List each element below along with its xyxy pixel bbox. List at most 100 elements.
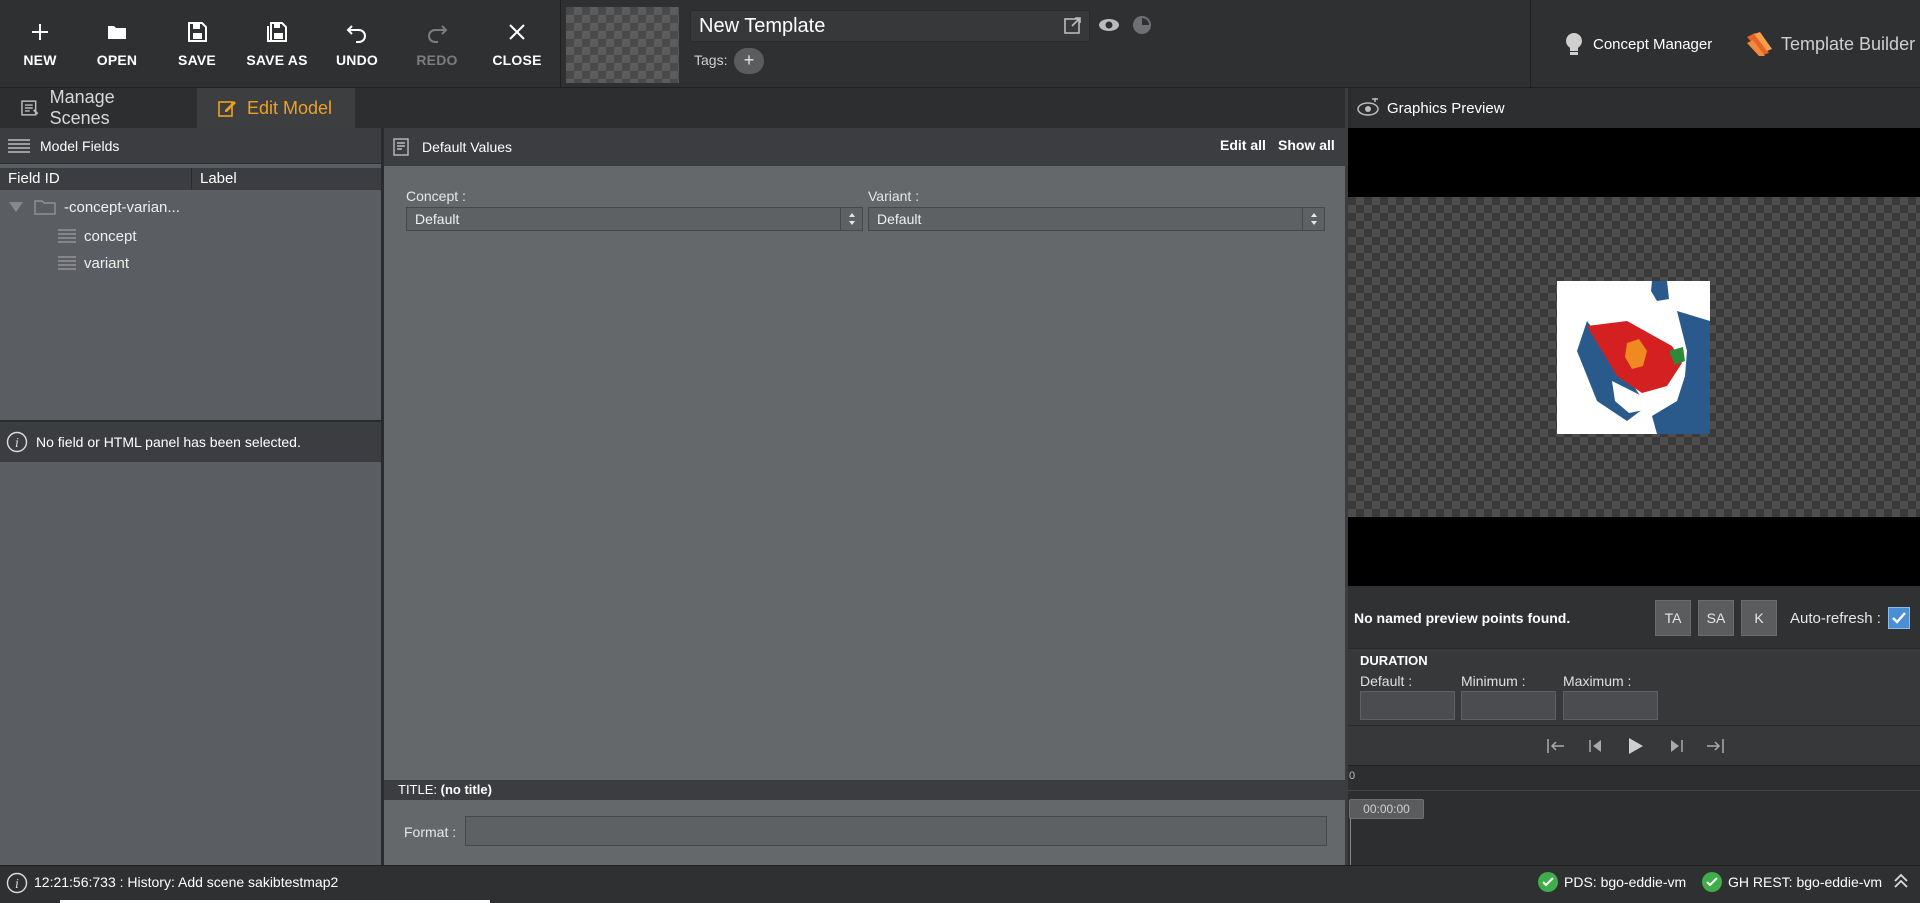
title-value: (no title): [440, 782, 492, 797]
tree-node-variant[interactable]: variant: [58, 251, 129, 275]
save-as-label: SAVE AS: [246, 52, 308, 68]
default-duration-input[interactable]: [1360, 691, 1455, 720]
field-selection-text: No field or HTML panel has been selected…: [36, 434, 301, 450]
new-label: NEW: [23, 52, 57, 68]
text-field-icon: [58, 256, 76, 270]
undo-button[interactable]: UNDO: [317, 0, 397, 88]
minimum-duration-label: Minimum :: [1461, 673, 1526, 689]
timeline-ruler: [1348, 790, 1920, 791]
floppy-icon: [188, 22, 207, 42]
undo-icon: [346, 25, 366, 43]
default-values-header: Default Values: [384, 128, 1345, 166]
scenes-icon: [21, 100, 39, 116]
new-button[interactable]: NEW: [0, 0, 80, 88]
preview-eye-icon: [1357, 98, 1379, 116]
title-bar: TITLE: (no title): [384, 780, 1345, 800]
save-label: SAVE: [178, 52, 216, 68]
default-duration-label: Default :: [1360, 673, 1413, 689]
format-input[interactable]: [465, 816, 1327, 846]
auto-refresh-checkbox[interactable]: [1888, 607, 1910, 629]
close-button[interactable]: CLOSE: [477, 0, 557, 88]
pds-status-text: PDS: bgo-eddie-vm: [1564, 874, 1687, 890]
clock-icon[interactable]: [1132, 15, 1152, 38]
duration-title: DURATION: [1360, 653, 1428, 668]
ta-button[interactable]: TA: [1655, 600, 1691, 636]
info-icon: i: [6, 431, 28, 453]
step-back-icon[interactable]: [1585, 735, 1607, 757]
auto-refresh-label: Auto-refresh :: [1790, 610, 1881, 627]
concept-label: Concept :: [406, 188, 466, 204]
gh-rest-status-text: GH REST: bgo-eddie-vm: [1728, 874, 1883, 890]
default-values-body: [384, 166, 1345, 780]
maximum-duration-input[interactable]: [1563, 691, 1658, 720]
save-as-button[interactable]: SAVE AS: [237, 0, 317, 88]
add-tag-button[interactable]: +: [734, 48, 764, 74]
tab-manage-scenes-label: Manage Scenes: [49, 87, 115, 128]
floppy-stack-icon: [267, 22, 287, 42]
tab-edit-model-label: Edit Model: [247, 97, 333, 118]
column-field-id[interactable]: Field ID: [0, 168, 192, 190]
template-thumbnail[interactable]: [566, 7, 679, 83]
export-icon[interactable]: [1063, 15, 1083, 38]
eye-icon[interactable]: [1098, 16, 1120, 37]
select-arrows-icon: [1302, 208, 1324, 230]
template-builder-label: Template Builder: [1781, 33, 1916, 54]
svg-text:i: i: [15, 877, 19, 891]
tree-node-label: variant: [84, 254, 130, 272]
timeline-zero: 0: [1349, 770, 1356, 782]
play-icon[interactable]: [1624, 735, 1646, 757]
sa-button[interactable]: SA: [1698, 600, 1734, 636]
open-label: OPEN: [96, 52, 138, 68]
field-selection-message: i No field or HTML panel has been select…: [0, 422, 381, 462]
step-forward-icon[interactable]: [1665, 735, 1687, 757]
variant-label: Variant :: [868, 188, 920, 204]
concept-manager-link[interactable]: Concept Manager: [1565, 30, 1712, 58]
default-values-icon: [393, 138, 409, 156]
redo-icon: [428, 25, 448, 43]
playhead[interactable]: [1350, 818, 1351, 865]
concept-select[interactable]: Default: [406, 207, 863, 231]
timeline[interactable]: [1348, 765, 1920, 865]
tags-label: Tags:: [694, 52, 728, 68]
save-button[interactable]: SAVE: [157, 0, 237, 88]
jump-start-icon[interactable]: [1545, 735, 1567, 757]
format-label: Format :: [404, 824, 457, 840]
tab-edit-model[interactable]: Edit Model: [197, 88, 355, 128]
tree-node-concept-variant[interactable]: -concept-varian...: [8, 195, 180, 219]
edit-all-link[interactable]: Edit all: [1220, 137, 1266, 153]
text-field-icon: [58, 229, 76, 243]
collapse-triangle-icon[interactable]: [8, 200, 24, 214]
info-icon[interactable]: i: [6, 872, 28, 897]
k-button[interactable]: K: [1741, 600, 1777, 636]
concept-manager-label: Concept Manager: [1593, 35, 1713, 53]
variant-select[interactable]: Default: [868, 207, 1325, 231]
template-name-input[interactable]: New Template: [690, 10, 1090, 42]
open-button[interactable]: OPEN: [77, 0, 157, 88]
template-builder-brand: Template Builder: [1745, 28, 1915, 60]
model-fields-header: Model Fields: [0, 128, 381, 164]
concept-select-value: Default: [415, 211, 460, 227]
field-properties-panel: [0, 420, 384, 865]
chevron-up-icon[interactable]: [1893, 872, 1909, 893]
timecode-badge[interactable]: 00:00:00: [1349, 799, 1424, 819]
tree-node-concept[interactable]: concept: [58, 224, 137, 248]
variant-select-value: Default: [877, 211, 922, 227]
tree-node-label: -concept-varian...: [64, 198, 180, 216]
check-circle-icon: [1538, 872, 1558, 892]
maximum-duration-label: Maximum :: [1563, 673, 1632, 689]
minimum-duration-input[interactable]: [1461, 691, 1556, 720]
lightbulb-icon: [1566, 33, 1582, 55]
close-label: CLOSE: [492, 52, 542, 68]
tab-manage-scenes[interactable]: Manage Scenes: [0, 87, 197, 128]
column-label[interactable]: Label: [192, 168, 381, 190]
model-fields-title: Model Fields: [40, 137, 120, 154]
default-values-title: Default Values: [422, 139, 513, 155]
pds-status: PDS: bgo-eddie-vm: [1538, 872, 1686, 892]
show-all-link[interactable]: Show all: [1278, 137, 1335, 153]
svg-text:i: i: [15, 436, 19, 450]
jump-end-icon[interactable]: [1704, 735, 1726, 757]
folder-icon: [34, 200, 56, 215]
status-message: 12:21:56:733 : History: Add scene sakibt…: [34, 874, 339, 890]
title-prefix: TITLE:: [398, 782, 438, 797]
redo-button[interactable]: REDO: [397, 0, 477, 88]
